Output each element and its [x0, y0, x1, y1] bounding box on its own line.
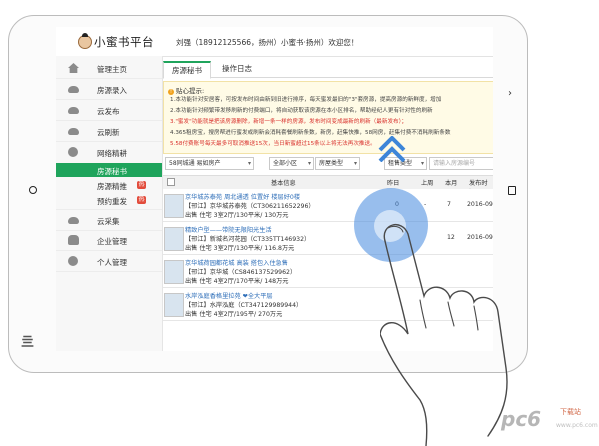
site-select[interactable]: 58同城通 易如房产 — [165, 157, 254, 170]
listing-details: 出售 住宅 3室2厅/130平米/ 130万元 — [185, 212, 289, 219]
search-input[interactable]: 请输入房源编号 — [429, 157, 493, 170]
app-header: 小蜜书平台 刘强（18912125566，扬州）小蜜书·扬州）欢迎您！ — [56, 27, 493, 57]
sidebar-item-home[interactable]: 管理主页 — [56, 58, 162, 79]
chevron-right-icon: › — [508, 88, 512, 99]
tab-listing-secretary[interactable]: 房源秘书 — [163, 61, 211, 79]
filter-bar: 58同城通 易如房产 全部小区 房屋类型 租售类型 请输入房源编号 — [163, 155, 493, 171]
listing-thumbnail — [164, 260, 184, 284]
listing-thumbnail — [164, 194, 184, 218]
listing-community: 【邗江】水岸泓庭（CT347129989944） — [185, 302, 303, 309]
sidebar-subitem-listing-promote[interactable]: 房源精推 热 — [56, 178, 162, 192]
cloud-upload-icon — [68, 86, 79, 93]
listing-details: 出售 住宅 4室2厅/195平/ 270万元 — [185, 311, 283, 318]
sidebar-item-label: 企业管理 — [97, 237, 127, 246]
logo-avatar-icon — [78, 33, 92, 49]
listing-community: 【邗江】京华城苏泰苑（CT306211652296） — [185, 203, 315, 210]
tip-line: 1.本功能针对安居客，可按发布时间由新到旧进行排序，每天蜜发最旧的"3"套房源，… — [170, 97, 442, 103]
listing-thumbnail — [164, 227, 184, 251]
sidebar-item-listing-entry[interactable]: 房源录入 — [56, 79, 162, 100]
tip-line: 2.本功能针对频繁带发移刷新的付费端口，将自动获取该房源在本小区排名，帮助经纪人… — [170, 108, 433, 114]
swipe-up-arrow-icon — [378, 136, 406, 162]
listing-details: 出售 住宅 3室2厅/130平米/ 116.8万元 — [185, 245, 295, 252]
listing-title-link[interactable]: 京华城荷园都花城 高装 搭包入住急售 — [185, 258, 288, 267]
house-type-select[interactable]: 房屋类型 — [315, 157, 360, 170]
tips-title: 贴心提示: — [168, 85, 204, 95]
users-icon — [68, 235, 79, 245]
home-button-icon — [508, 186, 516, 195]
user-icon — [68, 256, 78, 266]
sidebar-subitem-label: 房源秘书 — [97, 167, 127, 176]
sidebar-subitem-label: 房源精推 — [97, 182, 127, 191]
tip-line: 3."蜜发"功能就是把该房源删除，新增一条一样的房源，发布时间变成最新的刷新（最… — [170, 119, 408, 125]
tab-bar: 房源秘书 操作日志 — [163, 61, 493, 79]
sidebar-item-network[interactable]: 网络精耕 — [56, 142, 162, 162]
sidebar: 管理主页 房源录入 云发布 云刷新 网络精耕 房源秘书 房源精推 热 预约重发 … — [56, 56, 163, 351]
hot-badge: 热 — [137, 181, 146, 189]
tab-operation-log[interactable]: 操作日志 — [217, 61, 257, 76]
device-brand-icon: 亖 — [21, 335, 35, 350]
tips-panel: 贴心提示: 1.本功能针对安居客，可按发布时间由新到旧进行排序，每天蜜发最旧的"… — [163, 81, 493, 154]
sidebar-item-label: 个人管理 — [97, 258, 127, 267]
listing-details: 出售 住宅 4室2厅/170平米/ 148万元 — [185, 278, 289, 285]
sidebar-item-label: 云采集 — [97, 217, 120, 226]
tip-line: 5.58付费账号每天最多可取消推送15次，当日新蜜超过15条以上将无法再次推送。 — [170, 141, 376, 147]
user-info: 刘强（18912125566，扬州）小蜜书·扬州）欢迎您！ — [176, 38, 359, 47]
listing-title-link[interactable]: 京华城苏泰苑 周北通透 位置好 楼层好0楼 — [185, 192, 300, 201]
header-basic-info: 基本信息 — [271, 180, 296, 187]
sidebar-subitem-scheduled-republish[interactable]: 预约重发 热 — [56, 193, 162, 207]
sidebar-item-label: 云刷新 — [97, 128, 120, 137]
cloud-upload-icon — [68, 107, 79, 114]
sidebar-subitem-listing-secretary[interactable]: 房源秘书 — [56, 163, 162, 177]
camera-dot — [29, 186, 37, 194]
sidebar-item-cloud-collect[interactable]: 云采集 — [56, 209, 162, 231]
home-icon — [68, 63, 79, 73]
watermark-logo: pc6 — [501, 407, 542, 431]
header-this-month[interactable]: 本月 — [445, 178, 457, 187]
sidebar-item-label: 云发布 — [97, 107, 120, 116]
listing-thumbnail — [164, 293, 184, 317]
listing-community: 【邗江】京华城（CS846137529962） — [185, 269, 297, 276]
header-last-week[interactable]: 上周 — [421, 178, 433, 187]
header-yesterday[interactable]: 昨日 — [387, 178, 399, 187]
sidebar-subitem-label: 预约重发 — [97, 197, 127, 206]
cloud-download-icon — [68, 217, 79, 224]
sidebar-item-cloud-publish[interactable]: 云发布 — [56, 100, 162, 121]
sidebar-item-label: 房源录入 — [97, 86, 127, 95]
listing-title-link[interactable]: 水岸泓庭香格里拉苑 ❤全大平层 — [185, 291, 273, 300]
sidebar-item-company[interactable]: 企业管理 — [56, 230, 162, 251]
listing-community: 【邗江】新城名河花园（CT335TT146932） — [185, 236, 311, 243]
watermark-sub: 下载站 — [560, 408, 581, 416]
watermark-url: www.pc6.com — [556, 422, 598, 429]
app-logo-title: 小蜜书平台 — [94, 35, 154, 49]
select-all-checkbox[interactable] — [167, 178, 175, 186]
listing-title-link[interactable]: 精致户型——带院无限阳光生活 — [185, 225, 272, 234]
tip-line: 4.365租房宝，搜房帮进行蜜发或刷新会消耗套餐刷新条数，新房，赶集快推，58网… — [170, 130, 451, 136]
table-header: 基本信息 昨日 上周 本月 发布时间 — [163, 175, 493, 196]
sidebar-item-label: 网络精耕 — [97, 149, 127, 158]
pie-chart-icon — [68, 147, 78, 157]
sidebar-item-label: 管理主页 — [97, 65, 127, 74]
hot-badge: 热 — [137, 196, 146, 204]
sidebar-item-cloud-refresh[interactable]: 云刷新 — [56, 121, 162, 142]
community-select[interactable]: 全部小区 — [269, 157, 314, 170]
sidebar-item-personal[interactable]: 个人管理 — [56, 251, 162, 272]
cloud-refresh-icon — [68, 128, 79, 135]
